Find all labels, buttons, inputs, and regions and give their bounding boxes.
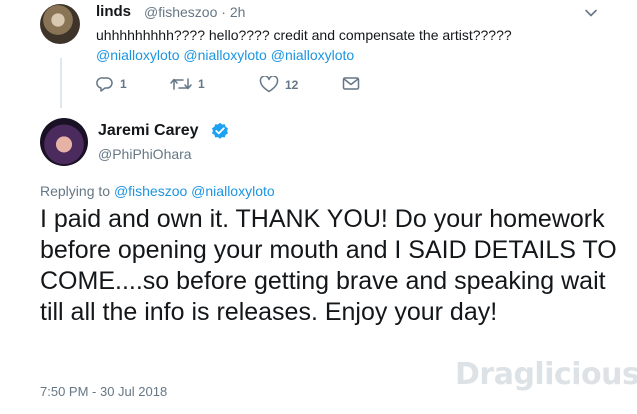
- author-handle-linds[interactable]: @fisheszoo: [144, 4, 217, 20]
- like-icon: [259, 76, 279, 93]
- avatar-jaremi-carey[interactable]: [40, 118, 88, 166]
- handle-separator: ·: [221, 4, 226, 20]
- main-tweet-text: I paid and own it. THANK YOU! Do your ho…: [40, 205, 617, 326]
- like-count: 12: [285, 77, 299, 92]
- retweet-count: 1: [198, 77, 205, 91]
- retweet-icon: [170, 78, 192, 90]
- watermark-logo: Draglicious: [455, 357, 637, 392]
- reply-action[interactable]: 1: [96, 76, 127, 92]
- thread-connector-line: [60, 58, 62, 108]
- replying-to-users[interactable]: @fisheszoo @nialloxyloto: [114, 183, 275, 199]
- like-action[interactable]: 12: [259, 76, 298, 93]
- reply-count: 1: [120, 77, 127, 91]
- verified-badge-icon: [212, 122, 228, 139]
- author-name-jaremi[interactable]: Jaremi Carey: [98, 122, 199, 140]
- author-handle-time: @fisheszoo · 2h: [144, 4, 245, 20]
- reply-tweet-text: uhhhhhhhhh???? hello???? credit and comp…: [96, 27, 512, 43]
- dm-icon: [342, 77, 360, 90]
- retweet-action[interactable]: 1: [170, 76, 205, 92]
- tweet-timestamp[interactable]: 7:50 PM - 30 Jul 2018: [40, 384, 167, 399]
- reply-tweet-mentions[interactable]: @nialloxyloto @nialloxyloto @nialloxylot…: [96, 47, 354, 63]
- tweet-age[interactable]: 2h: [230, 4, 246, 20]
- dm-action[interactable]: [342, 76, 366, 91]
- avatar-linds[interactable]: [40, 4, 80, 44]
- chevron-down-icon[interactable]: [584, 6, 598, 20]
- replying-to-line: Replying to @fisheszoo @nialloxyloto: [40, 183, 275, 199]
- replying-to-prefix: Replying to: [40, 183, 111, 199]
- author-name-linds[interactable]: linds: [96, 3, 131, 20]
- reply-icon: [96, 77, 113, 92]
- author-handle-jaremi[interactable]: @PhiPhiOhara: [98, 146, 192, 162]
